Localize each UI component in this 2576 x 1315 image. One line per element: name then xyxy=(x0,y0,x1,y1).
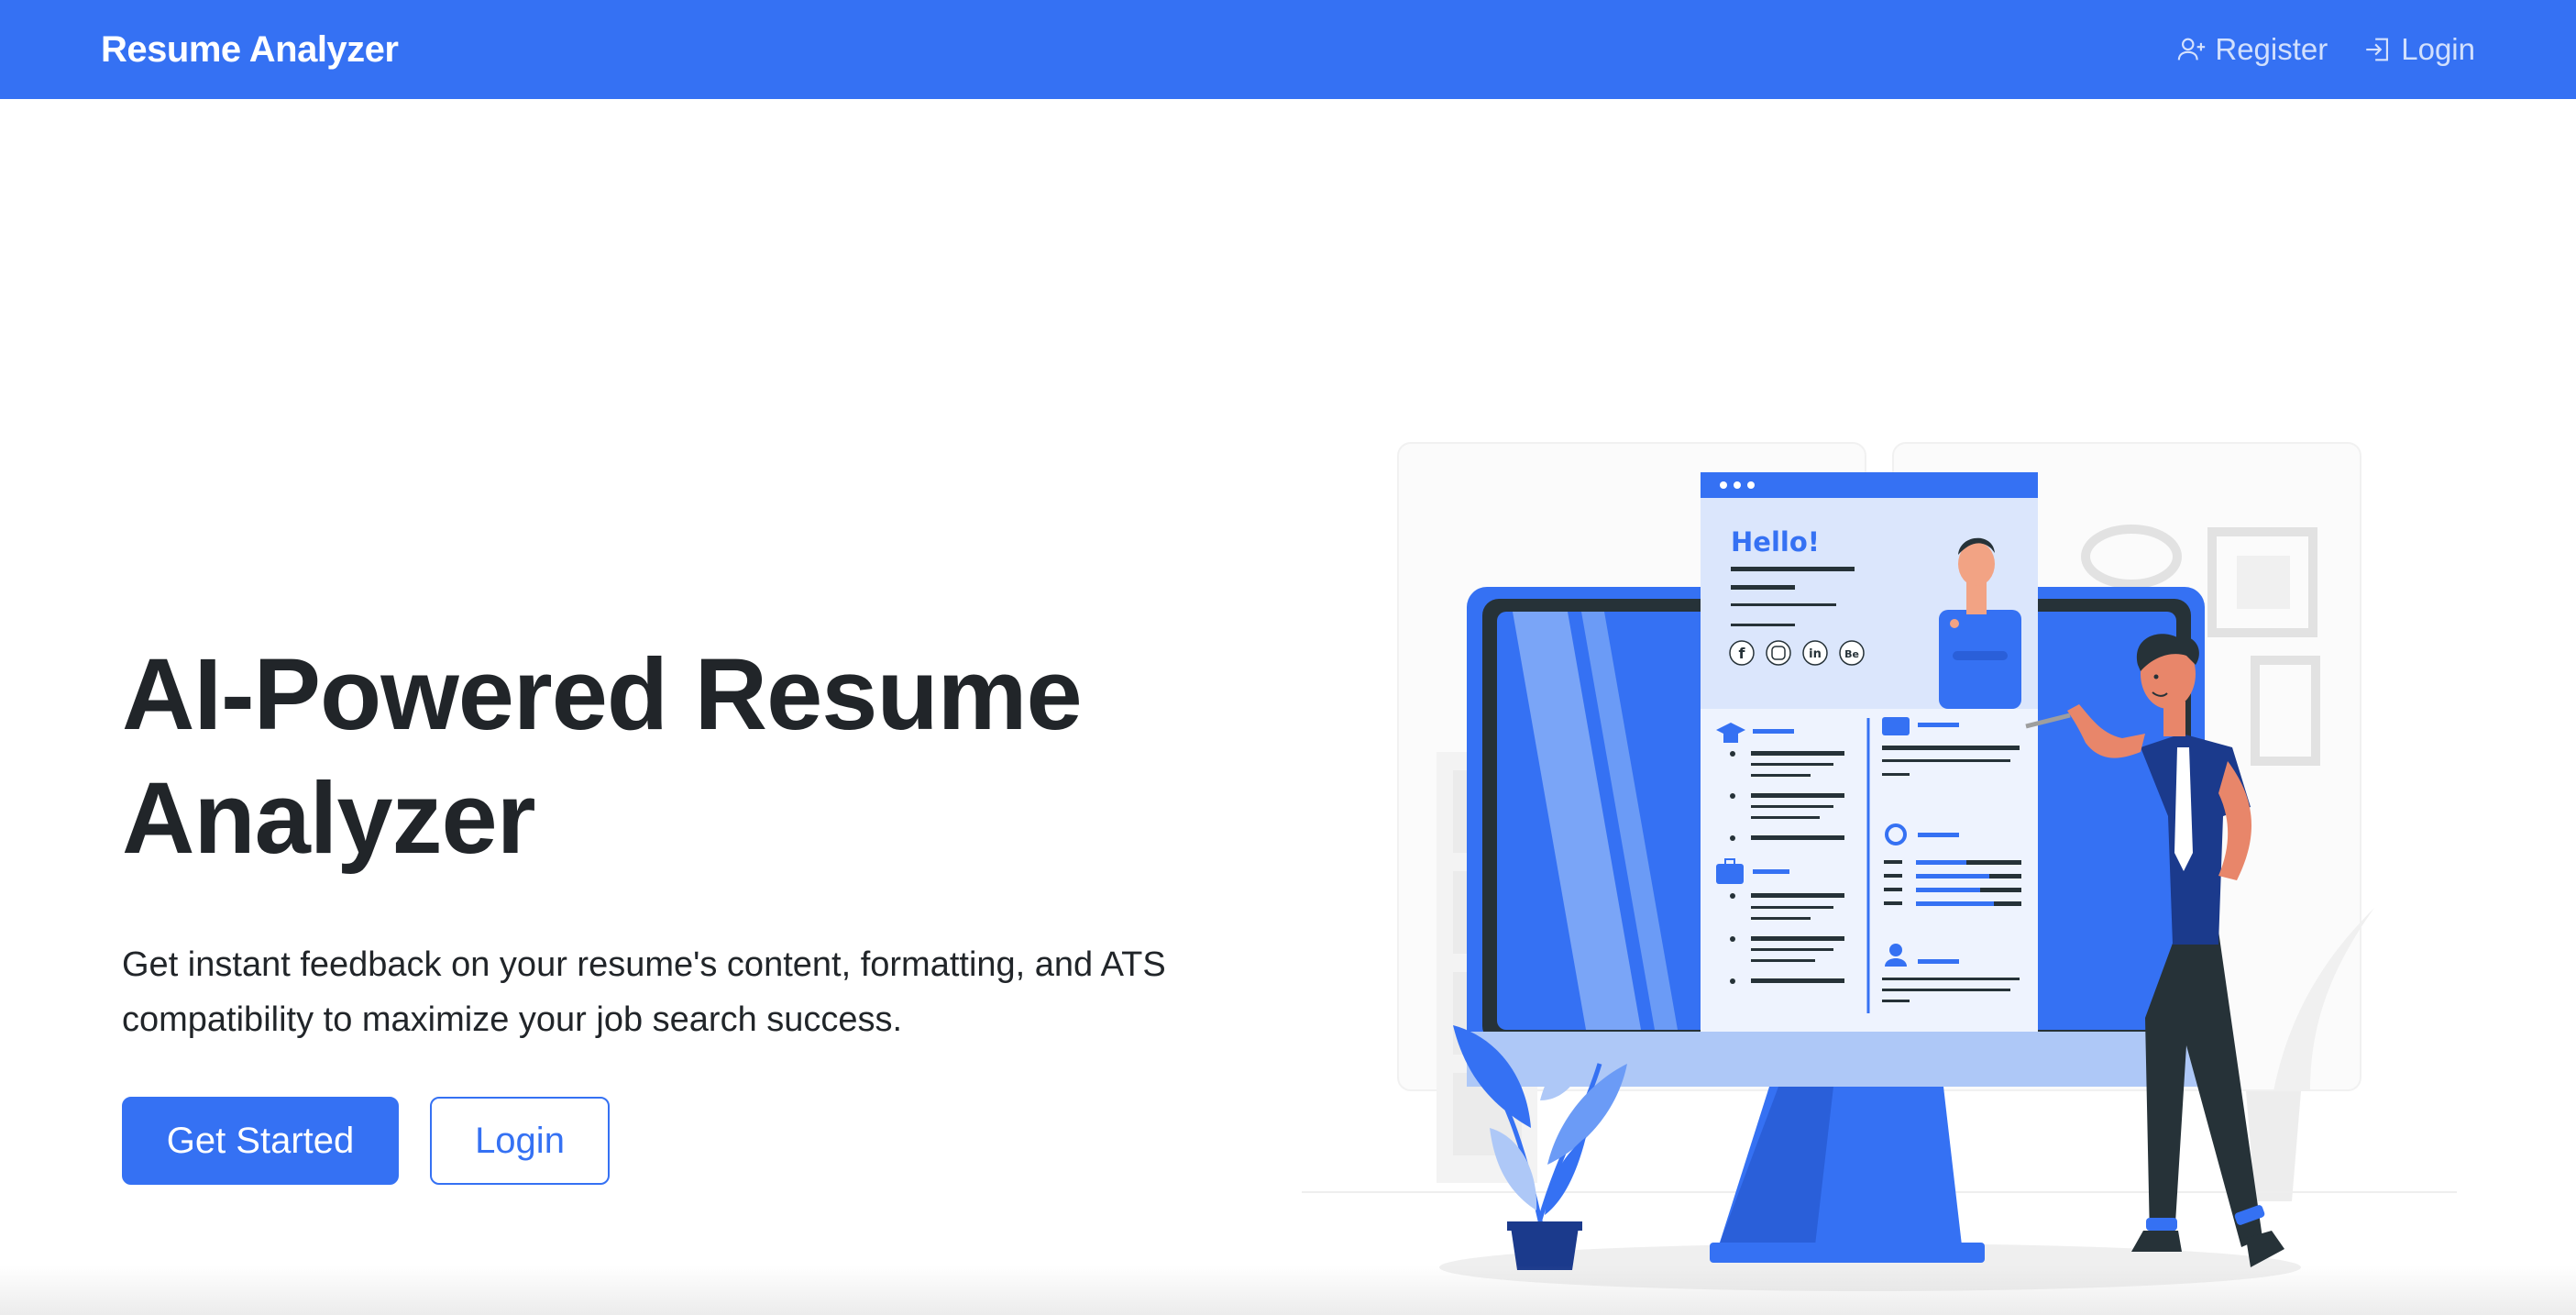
hero-illustration: Hello! f in Be xyxy=(1302,442,2457,1291)
register-link[interactable]: Register xyxy=(2176,32,2328,67)
social-icon-linkedin: in xyxy=(1809,647,1822,661)
hero-section: AI-Powered Resume Analyzer Get instant f… xyxy=(122,633,1295,1185)
login-icon xyxy=(2366,38,2389,61)
social-icon-facebook: f xyxy=(1739,645,1746,662)
login-link-label: Login xyxy=(2401,32,2475,66)
nav-links: Register Login xyxy=(2176,32,2475,67)
brand-logo[interactable]: Resume Analyzer xyxy=(101,29,399,71)
hero-buttons: Get Started Login xyxy=(122,1097,1295,1185)
register-link-label: Register xyxy=(2215,32,2328,66)
bottom-shadow xyxy=(0,1265,2576,1315)
hero-subtitle-line2: compatibility to maximize your job searc… xyxy=(122,1000,903,1039)
person-add-icon xyxy=(2178,38,2206,61)
hero-subtitle: Get instant feedback on your resume's co… xyxy=(122,937,1277,1047)
hero-title: AI-Powered Resume Analyzer xyxy=(122,633,1295,880)
hero-login-button[interactable]: Login xyxy=(430,1097,610,1185)
get-started-button[interactable]: Get Started xyxy=(122,1097,399,1185)
resume-greeting: Hello! xyxy=(1731,526,1820,558)
top-navbar: Resume Analyzer Register Login xyxy=(0,0,2576,99)
hero-title-line2: Analyzer xyxy=(122,762,536,875)
hero-title-line1: AI-Powered Resume xyxy=(122,638,1083,751)
social-icon-behance: Be xyxy=(1844,648,1859,660)
hero-subtitle-line1: Get instant feedback on your resume's co… xyxy=(122,945,1166,984)
login-link[interactable]: Login xyxy=(2362,32,2475,67)
